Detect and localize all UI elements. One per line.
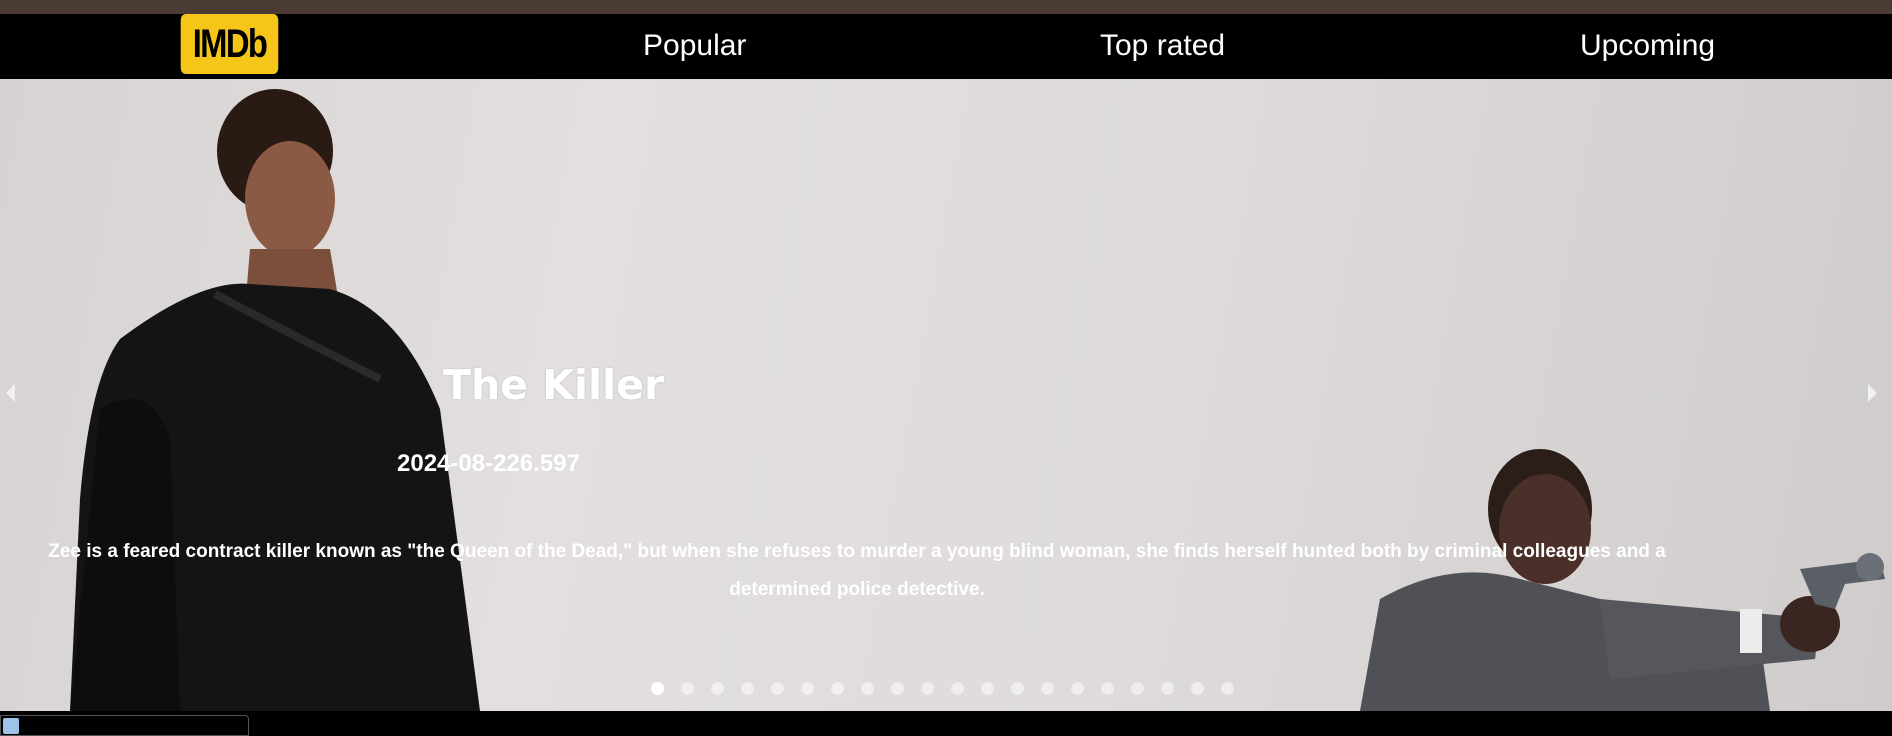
- woman-figure: [70, 89, 480, 711]
- carousel-dot[interactable]: [1071, 682, 1084, 695]
- nav-link-top-rated[interactable]: Top rated: [1100, 29, 1225, 63]
- carousel-dot[interactable]: [1011, 682, 1024, 695]
- broken-image: [0, 715, 249, 736]
- movie-title: The Killer: [443, 361, 665, 409]
- carousel-dot[interactable]: [711, 682, 724, 695]
- top-strip: [0, 0, 1892, 14]
- movie-release-rating: 2024-08-226.597: [397, 450, 580, 477]
- chevron-right-icon[interactable]: [1868, 384, 1877, 402]
- carousel-dot[interactable]: [1041, 682, 1054, 695]
- carousel-dot[interactable]: [831, 682, 844, 695]
- carousel-dot[interactable]: [951, 682, 964, 695]
- carousel-dot[interactable]: [1161, 682, 1174, 695]
- carousel-dot[interactable]: [771, 682, 784, 695]
- chevron-left-icon[interactable]: [6, 384, 15, 402]
- carousel-dot[interactable]: [1221, 682, 1234, 695]
- carousel-dot[interactable]: [681, 682, 694, 695]
- nav-link-upcoming[interactable]: Upcoming: [1580, 29, 1715, 63]
- carousel-dot[interactable]: [921, 682, 934, 695]
- imdb-logo[interactable]: IMDb: [180, 14, 279, 74]
- carousel-dot[interactable]: [1191, 682, 1204, 695]
- movie-description: Zee is a feared contract killer known as…: [48, 541, 1666, 600]
- hero-carousel: The Killer 2024-08-226.597 Zee is a fear…: [0, 79, 1892, 711]
- broken-image-icon: [3, 718, 19, 734]
- carousel-dot[interactable]: [861, 682, 874, 695]
- carousel-dot[interactable]: [1131, 682, 1144, 695]
- carousel-dot[interactable]: [651, 682, 664, 695]
- carousel-dot[interactable]: [891, 682, 904, 695]
- navbar: IMDb Popular Top rated Upcoming: [0, 14, 1892, 79]
- carousel-dot[interactable]: [801, 682, 814, 695]
- carousel-dot[interactable]: [981, 682, 994, 695]
- carousel-dot[interactable]: [741, 682, 754, 695]
- carousel-dot[interactable]: [1101, 682, 1114, 695]
- backdrop-image: [70, 89, 1885, 711]
- nav-link-popular[interactable]: Popular: [643, 29, 746, 63]
- carousel-indicators: [651, 682, 1234, 695]
